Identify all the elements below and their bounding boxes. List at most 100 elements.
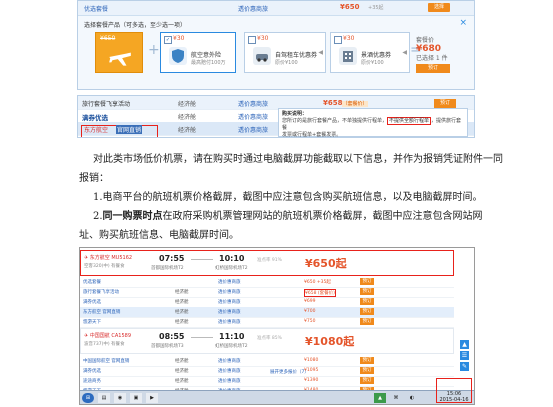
network-icon[interactable]: ⌘ — [390, 393, 402, 403]
airplane-icon — [109, 52, 131, 66]
offer-agent[interactable]: 旅行套餐飞享活动 — [83, 289, 119, 295]
book-button[interactable]: 预订 — [360, 377, 374, 384]
checkbox[interactable] — [334, 36, 342, 44]
lowest-price: ¥650起 — [305, 257, 347, 270]
explorer-icon[interactable]: ▤ — [98, 393, 110, 403]
book-button[interactable]: 预订 — [360, 367, 374, 374]
book-button[interactable]: 预订 — [360, 318, 374, 325]
close-icon[interactable]: × — [459, 18, 467, 28]
book-button[interactable]: 预订 — [360, 298, 374, 305]
offer-agent[interactable]: 透价惠商旅 — [238, 4, 268, 13]
browser-icon[interactable]: ◉ — [114, 393, 126, 403]
emphasis-text: 同一购票时点 — [102, 211, 163, 222]
offer-vendor[interactable]: 透价惠商旅 — [218, 358, 241, 364]
book-button[interactable]: 预订 — [360, 308, 374, 315]
checkbox[interactable]: ✓ — [164, 36, 172, 44]
offer-agent[interactable]: 悠游天下 — [83, 319, 101, 325]
app-icon[interactable]: ▣ — [130, 393, 142, 403]
departure-time: 07:55 — [159, 254, 185, 263]
package-sub: 最高赔付100万 — [191, 60, 226, 66]
package-sub: 原价¥100 — [275, 60, 298, 66]
plus-icon: + — [148, 42, 160, 58]
offer-vendor[interactable]: 透价惠商旅 — [218, 309, 241, 315]
chevron-left-icon[interactable]: ◀ — [402, 49, 407, 56]
book-button[interactable]: 预订 — [434, 99, 456, 108]
official-badge: 官网直销 — [116, 125, 143, 134]
book-button[interactable]: 预订 — [360, 357, 374, 364]
offer-cabin: 经济舱 — [175, 310, 189, 315]
airline-name: ✈ 中国国航 CA1589 — [84, 333, 132, 339]
offer-vendor[interactable]: 透价惠商旅 — [218, 319, 241, 325]
cell-vendor[interactable]: 透价惠商旅 — [238, 112, 268, 121]
paragraph-3: 2.同一购票时点在政府采购机票管理网站的航班机票价格截屏，截图中应注意包含网站网 — [93, 207, 483, 222]
offer-vendor[interactable]: 透价惠商旅 — [218, 299, 241, 305]
offer-vendor[interactable]: 透价惠商旅 — [218, 279, 241, 285]
taskbar: ⊞ ▤ ◉ ▣ ▶ ▲ ⌘ ◐ — [80, 390, 474, 404]
package-card[interactable]: ¥30 景酒优惠券 原价¥100 ◀ — [330, 32, 410, 73]
select-button[interactable]: 选择 — [428, 3, 450, 12]
chevron-left-icon[interactable]: ◀ — [318, 49, 323, 56]
offer-agent[interactable]: 中国国际航空 官网直销 — [83, 358, 129, 364]
route-line — [191, 337, 213, 338]
offer-vendor[interactable]: 透价惠商旅 — [218, 289, 241, 295]
offer-name[interactable]: 优选套餐 — [84, 4, 108, 13]
cell-vendor[interactable]: 透价惠商旅 — [238, 125, 268, 134]
offer-cabin: 经济舱 — [175, 379, 189, 384]
checkbox[interactable] — [248, 36, 256, 44]
offer-cabin: 经济舱 — [175, 359, 189, 364]
book-button[interactable]: 预订 — [360, 288, 374, 295]
notice-text-2: 发票或行程单+套餐发票。 — [282, 132, 342, 138]
tray-icon[interactable]: ▲ — [374, 393, 386, 403]
ticket-price: ¥650 — [100, 35, 116, 42]
lowest-price: ¥1080起 — [305, 335, 355, 348]
offer-price: ¥1390 — [304, 378, 319, 383]
cell-cabin: 经济舱 — [178, 114, 197, 121]
media-icon[interactable]: ▶ — [146, 393, 158, 403]
offer-agent[interactable]: 东方航空 官网直销 — [83, 309, 120, 315]
flight-ticket-card: ¥650 — [95, 32, 143, 73]
offer-price: ¥650 — [340, 3, 360, 11]
start-icon[interactable]: ⊞ — [82, 393, 94, 403]
offer-row: 优选套餐 透价惠商旅 ¥650 +35起 选择 — [78, 1, 474, 16]
cell-cabin: 经济舱 — [178, 127, 197, 134]
offer-price: ¥658 (套餐价) — [304, 289, 336, 297]
offer-agent[interactable]: 满券优选 — [83, 299, 101, 305]
flight-list-screenshot: ✈ 东方航空 MU5162 空客320(中) 有餐食 07:55 首都国际机场T… — [79, 247, 475, 405]
package-card[interactable]: ✓ ¥30 航空意外险 最高赔付100万 — [160, 32, 236, 73]
package-notice-screenshot: 旅行套餐飞享活动 经济舱 透价惠商旅 ¥658（套餐价） 预订 满券优选 经济舱… — [77, 95, 475, 138]
departure-time: 08:55 — [159, 332, 185, 341]
service-icon[interactable]: ☰ — [460, 351, 469, 360]
offer-price: ¥1095 — [304, 368, 319, 373]
package-card[interactable]: ¥30 自驾租车优惠券 原价¥100 ◀ — [244, 32, 326, 73]
offer-agent[interactable]: 满券优选 — [83, 368, 101, 374]
departure-airport: 首都国际机场T2 — [151, 266, 184, 271]
offer-vendor[interactable]: 透价惠商旅 — [218, 368, 241, 374]
cell-agent[interactable]: 东方航空 — [84, 125, 108, 134]
offer-agent[interactable]: 优选套餐 — [83, 279, 101, 285]
offer-agent[interactable]: 途途商务 — [83, 378, 101, 384]
flight-header[interactable]: ✈ 东方航空 MU5162 空客320(中) 有餐食 07:55 首都国际机场T… — [80, 250, 454, 276]
volume-icon[interactable]: ◐ — [406, 393, 418, 403]
package-name: 航空意外险 — [191, 52, 222, 59]
offer-cabin: 经济舱 — [175, 320, 189, 325]
taskbar-clock[interactable]: 15:06 2015-04-16 — [436, 378, 472, 403]
up-arrow-icon[interactable]: ▲ — [460, 340, 469, 349]
flight-header[interactable]: ✈ 中国国航 CA1589 波音737(中) 有餐食 08:55 首都国际机场T… — [80, 328, 454, 354]
paragraph-1-cont: 报销： — [79, 173, 109, 184]
paragraph-3-text: 在政府采购机票管理网站的航班机票价格截屏，截图中应注意包含网站网 — [162, 211, 483, 222]
car-icon — [253, 47, 271, 65]
cell-agent[interactable]: 旅行套餐飞享活动 — [82, 99, 130, 108]
feedback-icon[interactable]: ✎ — [460, 362, 469, 371]
aircraft-type: 空客320(中) 有餐食 — [84, 264, 125, 269]
book-button[interactable]: 预订 — [360, 278, 374, 285]
cell-vendor[interactable]: 透价惠商旅 — [238, 99, 268, 108]
offer-price: ¥650 +35起 — [304, 280, 331, 285]
book-package-button[interactable]: 预订 — [416, 64, 450, 73]
route-line — [191, 259, 213, 260]
package-sub: 原价¥100 — [361, 60, 384, 66]
departure-airport: 首都国际机场T3 — [151, 344, 184, 349]
offer-vendor[interactable]: 透价惠商旅 — [218, 378, 241, 384]
package-section-title: 选择套餐产品（可多选，至少选一项） — [84, 22, 187, 29]
package-name: 景酒优惠券 — [361, 52, 392, 59]
cell-agent[interactable]: 满券优选 — [82, 112, 108, 122]
